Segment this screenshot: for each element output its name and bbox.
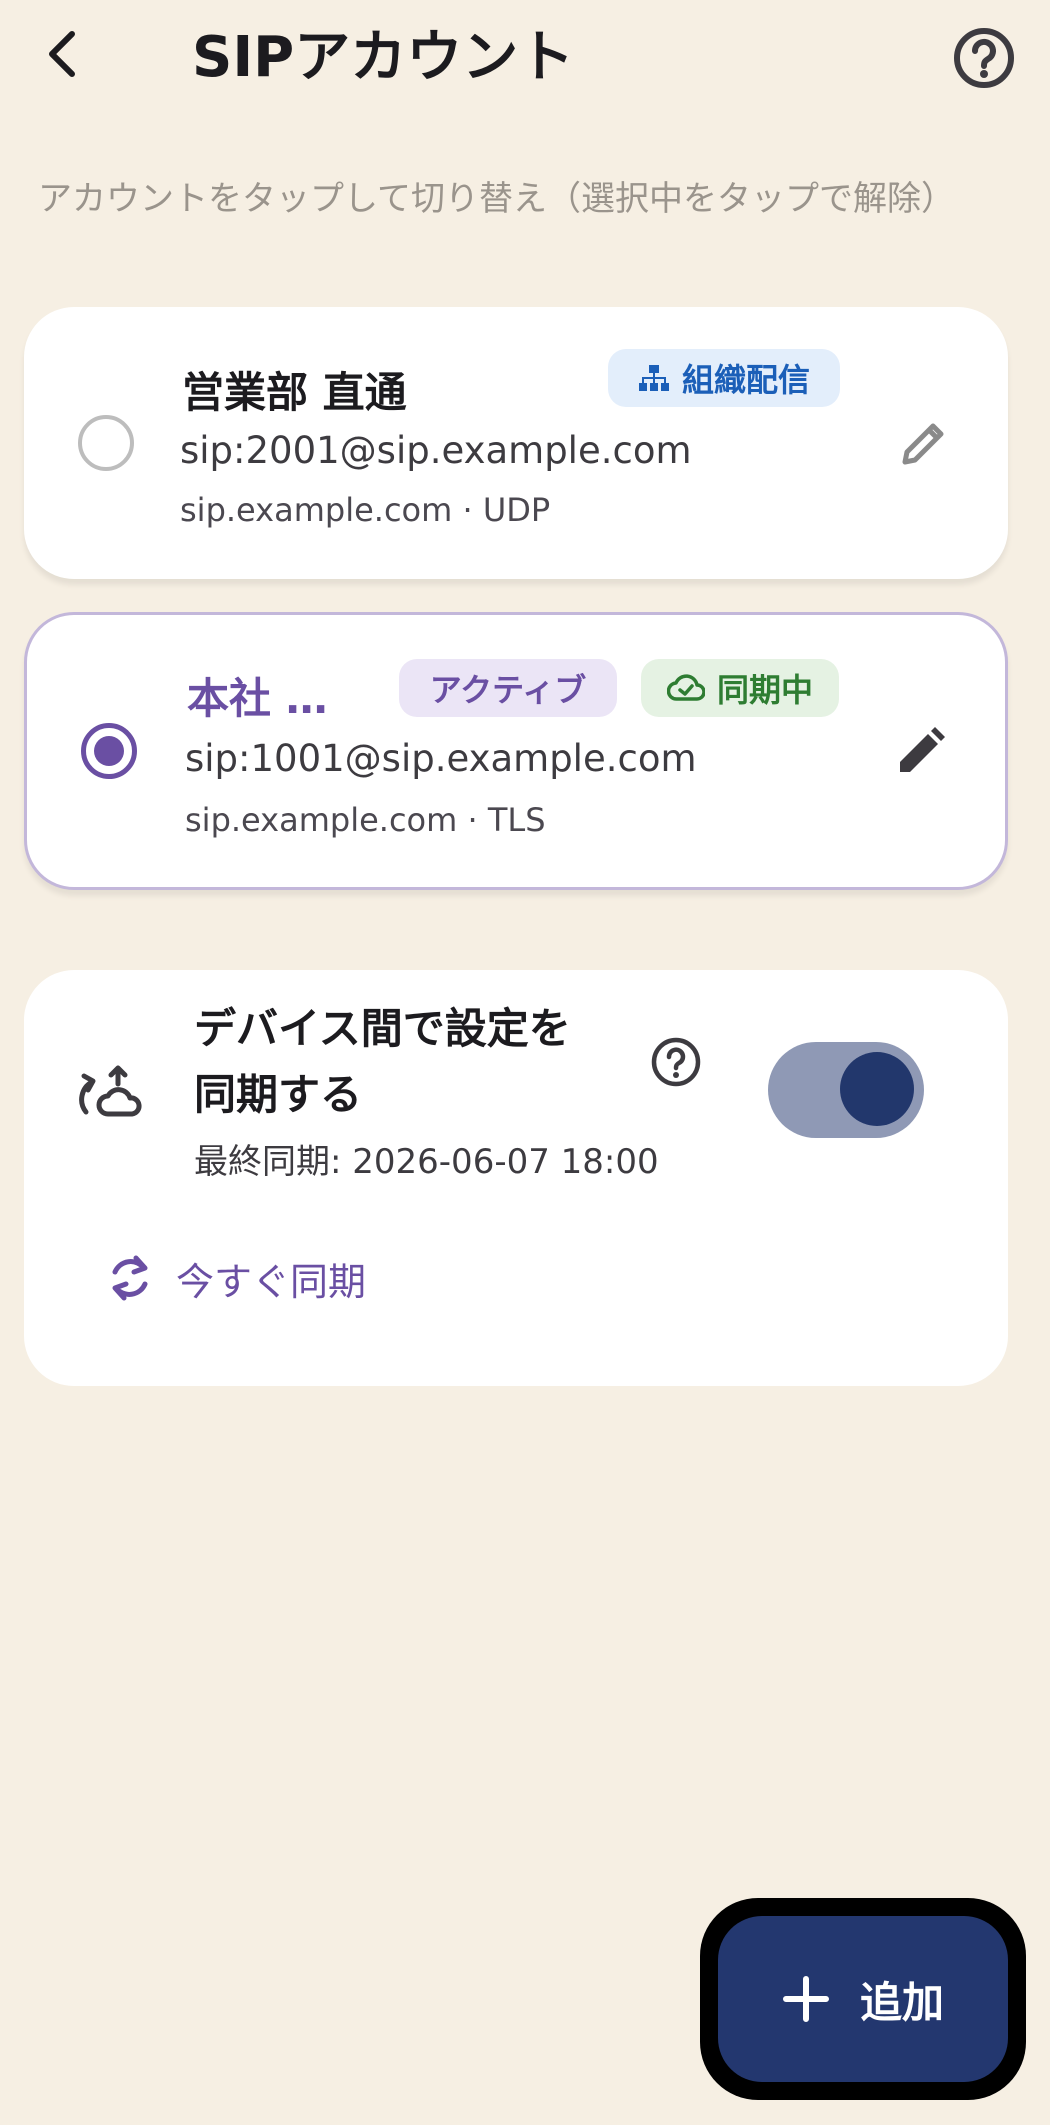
account-name: 営業部 直通 (182, 368, 407, 417)
account-card-headquarters[interactable]: 本社 … アクティブ 同期中 sip:1001@sip.example.com … (24, 612, 1008, 890)
pencil-icon (900, 727, 945, 772)
cloud-sync-icon (78, 1062, 144, 1126)
org-distribution-badge: 組織配信 (608, 349, 840, 407)
edit-account-button[interactable] (885, 715, 957, 787)
syncing-badge: 同期中 (641, 659, 839, 717)
account-uri: sip:2001@sip.example.com (180, 429, 692, 472)
account-server-transport: sip.example.com · UDP (180, 491, 551, 529)
account-radio-selected[interactable] (81, 723, 137, 779)
toggle-knob (840, 1052, 914, 1126)
active-badge: アクティブ (399, 659, 617, 717)
sync-now-button[interactable]: 今すぐ同期 (106, 1242, 366, 1314)
account-uri: sip:1001@sip.example.com (185, 737, 697, 780)
help-circle-icon (651, 1037, 701, 1087)
back-button[interactable] (30, 22, 94, 86)
help-button[interactable] (948, 22, 1020, 94)
org-chart-icon (638, 365, 669, 391)
refresh-icon (112, 1255, 148, 1301)
sync-toggle[interactable] (768, 1042, 924, 1138)
add-account-label: 追加 (859, 1977, 944, 2027)
syncing-badge-label: 同期中 (716, 671, 813, 709)
instruction-text: アカウントをタップして切り替え（選択中をタップで解除） (38, 179, 955, 219)
org-distribution-label: 組織配信 (681, 361, 810, 399)
sync-settings-card: デバイス間で設定を 同期する 最終同期: 2026-06-07 18:00 今す… (24, 970, 1008, 1386)
active-badge-label: アクティブ (429, 671, 587, 709)
edit-account-button[interactable] (888, 407, 960, 479)
chevron-left-icon (49, 31, 75, 77)
sync-title-line-1: デバイス間で設定を (194, 1004, 571, 1053)
account-card-sales[interactable]: 営業部 直通 組織配信 sip:2001@sip.example.com sip… (24, 307, 1008, 579)
last-sync-time: 最終同期: 2026-06-07 18:00 (194, 1142, 659, 1182)
account-radio[interactable] (78, 415, 134, 471)
account-server-transport: sip.example.com · TLS (185, 801, 546, 839)
account-name: 本社 … (187, 674, 328, 723)
add-account-button[interactable]: 追加 (718, 1916, 1008, 2082)
sync-title: デバイス間で設定を 同期する (194, 996, 571, 1128)
sync-help-button[interactable] (650, 1036, 702, 1092)
cloud-done-icon (666, 674, 705, 701)
sync-now-label: 今すぐ同期 (176, 1259, 367, 1304)
plus-icon (782, 1976, 829, 2022)
help-circle-icon (954, 28, 1014, 88)
radio-dot (94, 736, 124, 766)
page-title: SIPアカウント (192, 25, 575, 90)
pencil-icon (902, 423, 944, 465)
sync-title-line-2: 同期する (194, 1070, 363, 1119)
